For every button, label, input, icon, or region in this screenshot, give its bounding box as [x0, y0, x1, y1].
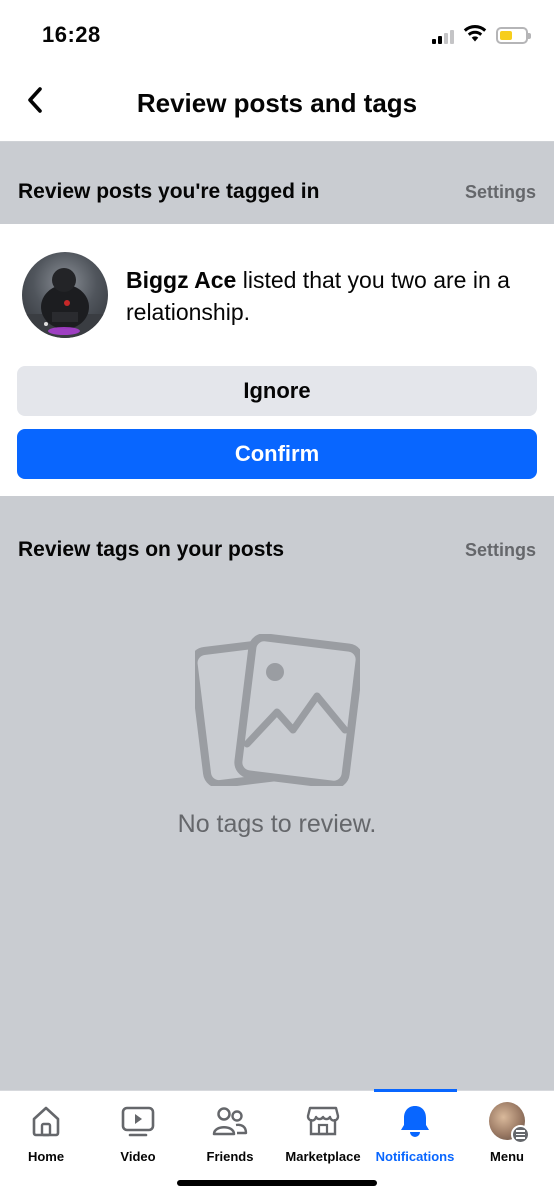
nav-video[interactable]: Video [92, 1091, 184, 1171]
section-title: Review posts you're tagged in [18, 180, 320, 203]
tagged-settings-link[interactable]: Settings [465, 182, 536, 203]
status-bar: 16:28 [0, 0, 554, 64]
requester-name[interactable]: Biggz Ace [126, 267, 236, 293]
section-title: Review tags on your posts [18, 538, 285, 561]
status-icons [432, 24, 531, 47]
status-time: 16:28 [42, 22, 101, 47]
home-icon [28, 1103, 64, 1139]
wifi-icon [463, 24, 487, 47]
nav-menu[interactable]: Menu [461, 1091, 553, 1171]
bell-icon [397, 1103, 433, 1139]
tags-settings-link[interactable]: Settings [465, 540, 536, 561]
tags-on-posts-section: Review tags on your posts Settings No ta… [0, 496, 554, 1090]
avatar[interactable] [22, 252, 108, 338]
header: Review posts and tags [0, 64, 554, 142]
page-title: Review posts and tags [136, 88, 418, 118]
nav-marketplace[interactable]: Marketplace [277, 1091, 369, 1171]
battery-icon [496, 27, 531, 44]
tag-request-text: Biggz Ace listed that you two are in a r… [126, 264, 536, 328]
ignore-button[interactable]: Ignore [17, 366, 537, 416]
nav-home[interactable]: Home [0, 1091, 92, 1171]
video-icon [120, 1103, 156, 1139]
photos-icon [189, 633, 364, 789]
nav-notifications[interactable]: Notifications [369, 1091, 461, 1171]
home-indicator[interactable] [177, 1180, 377, 1186]
menu-icon [511, 1125, 530, 1144]
tag-request-card: Biggz Ace listed that you two are in a r… [0, 224, 554, 496]
nav-friends[interactable]: Friends [184, 1091, 276, 1171]
confirm-button[interactable]: Confirm [17, 429, 537, 479]
nav-label: Menu [490, 1149, 524, 1164]
friends-icon [212, 1103, 248, 1139]
empty-state-message: No tags to review. [177, 810, 377, 838]
tagged-posts-section-header: Review posts you're tagged in Settings [0, 142, 554, 224]
profile-avatar [489, 1102, 530, 1144]
cellular-signal-icon [432, 28, 454, 44]
marketplace-icon [305, 1103, 341, 1139]
